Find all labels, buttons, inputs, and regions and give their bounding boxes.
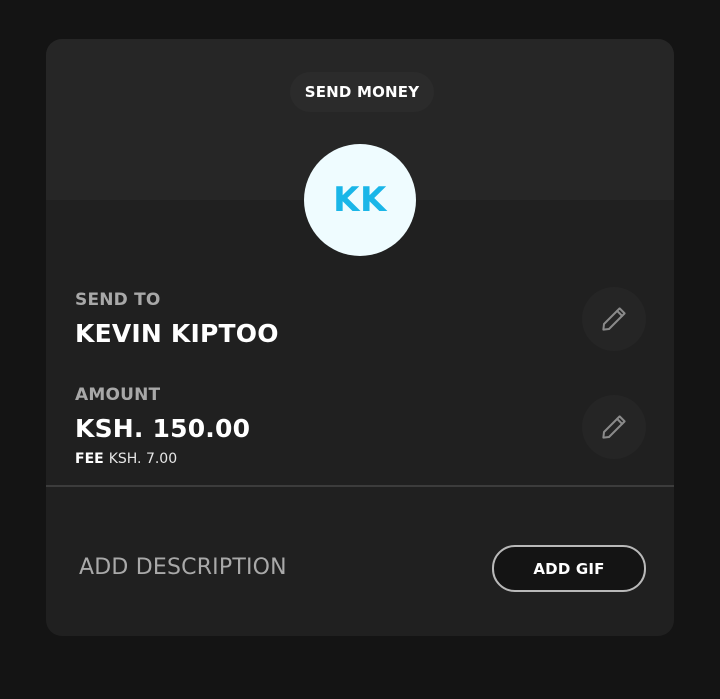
pencil-icon xyxy=(602,307,626,331)
recipient-avatar: KK xyxy=(304,144,416,256)
add-description-field[interactable]: ADD DESCRIPTION xyxy=(79,555,287,580)
pencil-icon xyxy=(602,415,626,439)
send-to-label: SEND TO xyxy=(75,290,161,310)
amount-label: AMOUNT xyxy=(75,385,161,405)
fee-label: FEE xyxy=(75,451,104,467)
edit-recipient-button[interactable] xyxy=(582,287,646,351)
fee-line: FEE KSH. 7.00 xyxy=(75,451,177,467)
divider xyxy=(46,485,674,487)
send-money-card: SEND MONEY KK SEND TO KEVIN KIPTOO AMOUN… xyxy=(46,39,674,636)
fee-value: KSH. 7.00 xyxy=(108,451,178,467)
edit-amount-button[interactable] xyxy=(582,395,646,459)
amount-value: KSH. 150.00 xyxy=(75,414,251,443)
page-title: SEND MONEY xyxy=(290,72,434,112)
add-gif-button[interactable]: ADD GIF xyxy=(492,545,646,592)
recipient-name: KEVIN KIPTOO xyxy=(75,319,279,348)
